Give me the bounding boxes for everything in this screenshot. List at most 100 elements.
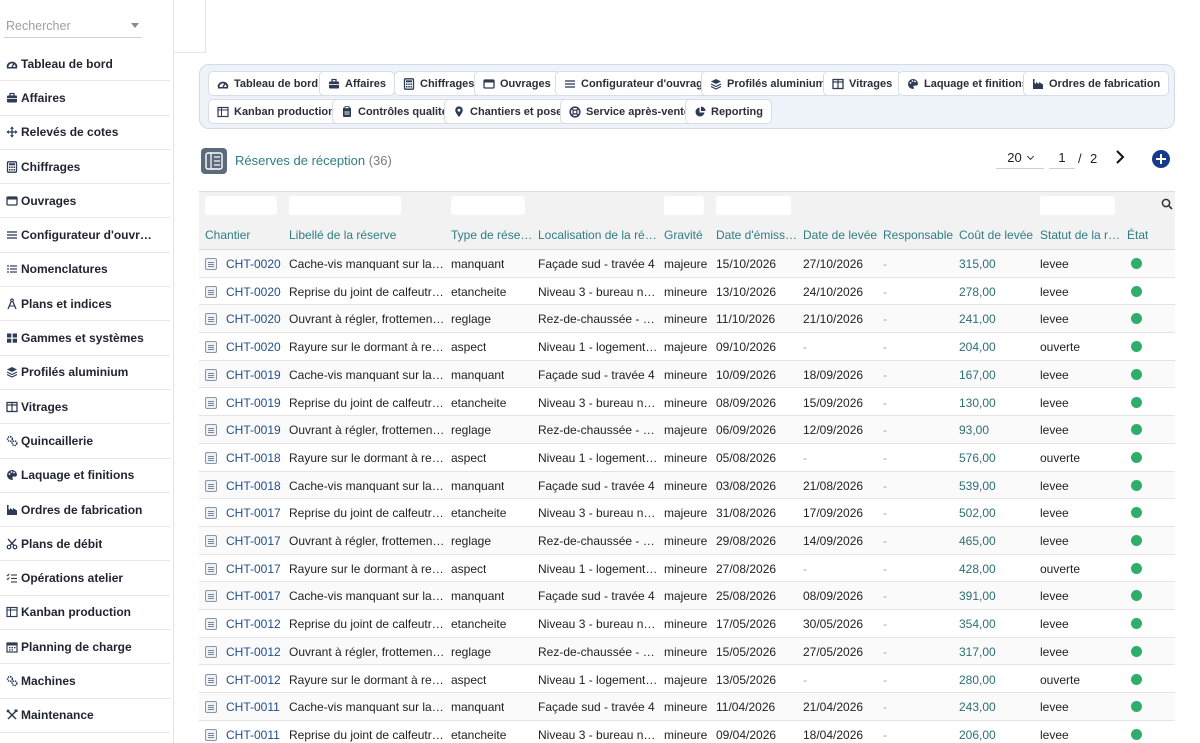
record-icon[interactable] <box>205 368 217 381</box>
tab-10[interactable]: Contrôles qualité <box>332 99 457 124</box>
column-header[interactable]: Statut de la r… <box>1040 228 1120 242</box>
sidebar-item-10[interactable]: Vitrages <box>0 390 170 425</box>
tab-1[interactable]: Affaires <box>319 71 395 96</box>
sidebar-item-14[interactable]: Plans de débit <box>0 527 170 562</box>
table-row[interactable]: CHT-0018 Cache-vis manquant sur la t… manq… <box>199 471 1175 500</box>
page-size-select[interactable]: 20 <box>996 147 1044 169</box>
tab-4[interactable]: Configurateur d'ouvrage <box>555 71 718 96</box>
cell-chantier[interactable]: CHT-0012 <box>226 645 281 659</box>
sidebar-item-1[interactable]: Affaires <box>0 81 170 116</box>
record-icon[interactable] <box>205 645 217 658</box>
sidebar-item-3[interactable]: Chiffrages <box>0 150 170 185</box>
sidebar-item-17[interactable]: Planning de charge <box>0 630 170 665</box>
cell-chantier[interactable]: CHT-0019 <box>226 396 281 410</box>
sidebar-item-2[interactable]: Relevés de cotes <box>0 116 170 150</box>
column-filter-input[interactable] <box>1040 196 1115 215</box>
cell-chantier[interactable]: CHT-0020 <box>226 312 281 326</box>
record-icon[interactable] <box>205 507 217 520</box>
table-row[interactable]: CHT-0012 Rayure sur le dormant à rep… aspe… <box>199 666 1175 694</box>
tab-2[interactable]: Chiffrages <box>394 71 484 96</box>
record-icon[interactable] <box>205 479 217 492</box>
tab-7[interactable]: Laquage et finitions <box>898 71 1037 96</box>
sidebar-item-18[interactable]: Machines <box>0 664 170 699</box>
next-page-icon[interactable] <box>1112 148 1128 166</box>
tab-9[interactable]: Kanban production <box>208 99 344 124</box>
column-header[interactable]: Libellé de la réserve <box>289 228 396 242</box>
tab-5[interactable]: Profilés aluminium <box>701 71 835 96</box>
table-row[interactable]: CHT-0011 Reprise du joint de calfeutre… et… <box>199 721 1175 743</box>
tab-11[interactable]: Chantiers et pose <box>444 99 572 124</box>
sidebar-item-9[interactable]: Profilés aluminium <box>0 356 170 390</box>
column-filter-input[interactable] <box>716 196 791 215</box>
table-row[interactable]: CHT-0017 Ouvrant à régler, frottement … re… <box>199 527 1175 555</box>
tab-6[interactable]: Vitrages <box>823 71 902 96</box>
record-icon[interactable] <box>205 396 217 409</box>
record-icon[interactable] <box>205 285 217 298</box>
record-icon[interactable] <box>205 701 217 714</box>
cell-chantier[interactable]: CHT-0012 <box>226 617 281 631</box>
cell-chantier[interactable]: CHT-0012 <box>226 673 281 687</box>
table-row[interactable]: CHT-0012 Reprise du joint de calfeutre… et… <box>199 610 1175 638</box>
cell-chantier[interactable]: CHT-0017 <box>226 534 281 548</box>
table-row[interactable]: CHT-0012 Ouvrant à régler, frottement … re… <box>199 637 1175 666</box>
record-icon[interactable] <box>205 258 217 270</box>
column-header[interactable]: Localisation de la ré… <box>538 228 657 242</box>
record-icon[interactable] <box>205 424 217 437</box>
table-row[interactable]: CHT-0019 Cache-vis manquant sur la t… manq… <box>199 360 1175 389</box>
search-box[interactable] <box>4 14 142 38</box>
table-row[interactable]: CHT-0020 Ouvrant à régler, frottement … re… <box>199 305 1175 334</box>
table-row[interactable]: CHT-0017 Reprise du joint de calfeutre… et… <box>199 499 1175 527</box>
tab-3[interactable]: Ouvrages <box>474 71 560 96</box>
record-icon[interactable] <box>205 341 217 354</box>
cell-chantier[interactable]: CHT-0017 <box>226 589 281 603</box>
record-icon[interactable] <box>205 562 217 575</box>
table-row[interactable]: CHT-0018 Rayure sur le dormant à rep… aspe… <box>199 444 1175 472</box>
column-header[interactable]: Gravité <box>664 228 703 242</box>
sidebar-item-15[interactable]: Opérations atelier <box>0 561 170 596</box>
table-row[interactable]: CHT-0017 Cache-vis manquant sur la t… manq… <box>199 582 1175 611</box>
cell-chantier[interactable]: CHT-0011 <box>226 700 280 714</box>
sidebar-item-4[interactable]: Ouvrages <box>0 184 170 219</box>
column-header[interactable]: Chantier <box>205 228 250 242</box>
column-header[interactable]: Date d'émiss… <box>716 228 797 242</box>
table-row[interactable]: CHT-0019 Reprise du joint de calfeutre… et… <box>199 389 1175 417</box>
tab-8[interactable]: Ordres de fabrication <box>1023 71 1170 96</box>
table-row[interactable]: CHT-0017 Rayure sur le dormant à rep… aspe… <box>199 555 1175 583</box>
record-icon[interactable] <box>205 673 217 686</box>
cell-chantier[interactable]: CHT-0020 <box>226 285 281 299</box>
sidebar-item-19[interactable]: Maintenance <box>0 699 170 733</box>
table-row[interactable]: CHT-0020 Reprise du joint de calfeutre… et… <box>199 278 1175 306</box>
column-header[interactable]: Type de rése… <box>451 228 532 242</box>
search-icon[interactable] <box>1161 198 1173 210</box>
column-header[interactable]: Date de levée <box>803 228 877 242</box>
table-row[interactable]: CHT-0020 Cache-vis manquant sur la t… manq… <box>199 250 1175 278</box>
cell-chantier[interactable]: CHT-0019 <box>226 368 281 382</box>
table-row[interactable]: CHT-0011 Cache-vis manquant sur la t… manq… <box>199 693 1175 721</box>
record-icon[interactable] <box>205 535 217 547</box>
column-header[interactable]: Coût de levée <box>959 228 1033 242</box>
add-record-button[interactable] <box>1152 150 1170 168</box>
tab-13[interactable]: Reporting <box>685 99 772 124</box>
sidebar-item-16[interactable]: Kanban production <box>0 596 170 631</box>
page-number-input[interactable]: 1 <box>1049 147 1075 169</box>
column-filter-input[interactable] <box>664 196 704 215</box>
tab-0[interactable]: Tableau de bord <box>208 71 328 96</box>
record-icon[interactable] <box>205 451 217 464</box>
chevron-down-icon[interactable] <box>131 23 139 28</box>
sidebar-item-0[interactable]: Tableau de bord <box>0 47 170 82</box>
table-row[interactable]: CHT-0020 Rayure sur le dormant à rep… aspe… <box>199 333 1175 361</box>
cell-chantier[interactable]: CHT-0020 <box>226 340 281 354</box>
column-header[interactable]: Responsable <box>883 228 953 242</box>
sidebar-item-12[interactable]: Laquage et finitions <box>0 459 170 493</box>
record-icon[interactable] <box>205 590 217 603</box>
cell-chantier[interactable]: CHT-0020 <box>226 257 281 271</box>
record-icon[interactable] <box>205 728 217 741</box>
tab-12[interactable]: Service après-vente <box>560 99 699 124</box>
sidebar-item-11[interactable]: Quincaillerie <box>0 424 170 459</box>
column-filter-input[interactable] <box>289 196 401 215</box>
sidebar-item-6[interactable]: Nomenclatures <box>0 253 170 288</box>
sidebar-item-13[interactable]: Ordres de fabrication <box>0 493 170 528</box>
column-filter-input[interactable] <box>205 196 277 215</box>
cell-chantier[interactable]: CHT-0017 <box>226 506 281 520</box>
cell-chantier[interactable]: CHT-0018 <box>226 451 281 465</box>
